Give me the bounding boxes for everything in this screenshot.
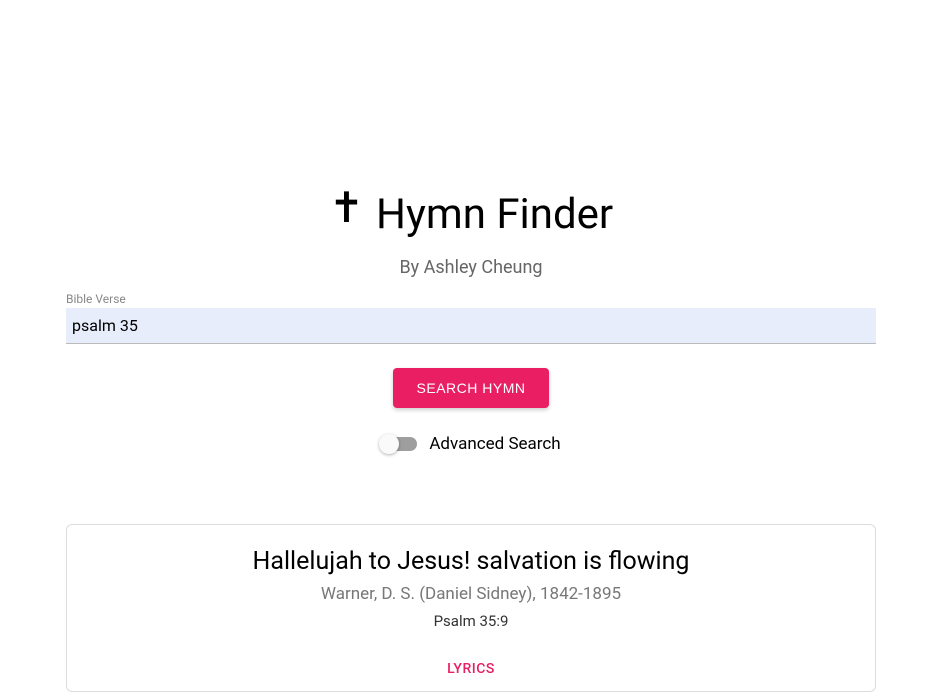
search-label: Bible Verse — [66, 292, 876, 306]
results: Hallelujah to Jesus! salvation is flowin… — [66, 524, 876, 692]
result-card: Hallelujah to Jesus! salvation is flowin… — [66, 524, 876, 692]
controls: SEARCH HYMN Advanced Search — [66, 368, 876, 454]
search-area: Bible Verse — [66, 292, 876, 344]
byline: By Ashley Cheung — [66, 257, 876, 278]
header: ✝ Hymn Finder By Ashley Cheung — [66, 0, 876, 278]
result-title: Hallelujah to Jesus! salvation is flowin… — [87, 547, 855, 576]
result-author: Warner, D. S. (Daniel Sidney), 1842-1895 — [87, 584, 855, 604]
toggle-knob — [379, 434, 399, 454]
search-button[interactable]: SEARCH HYMN — [393, 368, 550, 408]
title-wrap: ✝ Hymn Finder — [329, 190, 613, 239]
advanced-row: Advanced Search — [66, 434, 876, 454]
result-reference: Psalm 35:9 — [87, 612, 855, 630]
cross-icon: ✝ — [329, 188, 364, 230]
advanced-label: Advanced Search — [429, 434, 560, 454]
search-input[interactable] — [66, 308, 876, 344]
advanced-toggle[interactable] — [381, 437, 417, 451]
lyrics-button[interactable]: LYRICS — [447, 661, 495, 677]
page-title: Hymn Finder — [376, 190, 613, 239]
